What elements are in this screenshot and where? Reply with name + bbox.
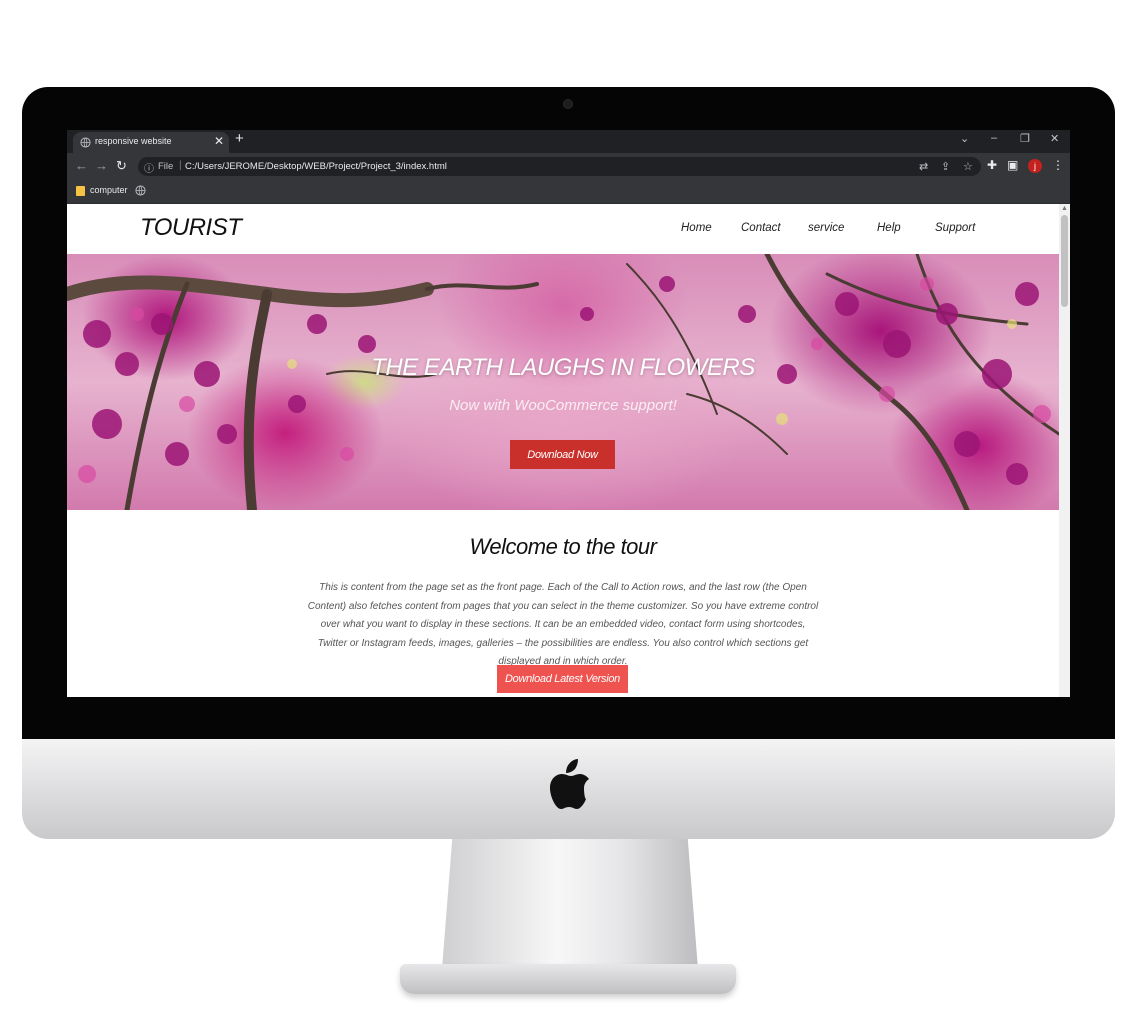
download-now-button[interactable]: Download Now xyxy=(510,440,615,469)
download-latest-button[interactable]: Download Latest Version xyxy=(497,665,628,693)
minimize-button[interactable]: – xyxy=(991,132,997,144)
profile-avatar[interactable]: j xyxy=(1028,159,1042,173)
restore-button[interactable]: ❐ xyxy=(1020,132,1030,145)
hero-subtitle: Now with WooCommerce support! xyxy=(449,397,677,414)
nav-home[interactable]: Home xyxy=(681,222,712,234)
camera-icon xyxy=(564,100,572,108)
url-scheme: File xyxy=(158,161,174,172)
nav-contact[interactable]: Contact xyxy=(741,222,781,234)
reload-button[interactable]: ↻ xyxy=(116,158,127,174)
site-logo[interactable]: TOURIST xyxy=(140,214,242,242)
new-tab-button[interactable]: + xyxy=(235,130,244,147)
menu-icon[interactable]: ⋮ xyxy=(1052,158,1064,172)
scroll-thumb[interactable] xyxy=(1061,215,1068,307)
browser-tab[interactable]: responsive website ✕ xyxy=(73,132,229,153)
bookmarks-bar: computer xyxy=(67,180,1070,204)
nav-help[interactable]: Help xyxy=(877,222,901,234)
tab-title: responsive website xyxy=(95,136,172,146)
site-info-icon[interactable]: ⓘ xyxy=(144,160,154,175)
close-window-button[interactable]: ✕ xyxy=(1050,132,1059,145)
bookmark-globe-icon[interactable] xyxy=(135,185,146,196)
flower-branches-image xyxy=(67,254,1059,510)
nav-service[interactable]: service xyxy=(808,222,844,234)
welcome-text: This is content from the page set as the… xyxy=(307,582,819,667)
browser-toolbar: ← → ↻ ⓘ File | C:/Users/JEROME/Desktop/W… xyxy=(67,153,1070,180)
welcome-title: Welcome to the tour xyxy=(469,534,657,559)
hero-banner: THE EARTH LAUGHS IN FLOWERS Now with Woo… xyxy=(67,254,1059,510)
extensions-icon[interactable]: ✚ xyxy=(987,158,997,172)
globe-icon xyxy=(80,137,91,148)
page-scrollbar[interactable]: ▲ xyxy=(1059,204,1070,697)
hero-title: THE EARTH LAUGHS IN FLOWERS xyxy=(371,354,755,381)
url-text[interactable]: C:/Users/JEROME/Desktop/WEB/Project/Proj… xyxy=(185,161,447,172)
side-panel-icon[interactable]: ▣ xyxy=(1007,158,1018,172)
page-viewport: TOURIST Home Contact service Help Suppor… xyxy=(67,204,1070,697)
tab-search-icon[interactable]: ⌄ xyxy=(960,132,969,145)
folder-icon xyxy=(76,186,85,196)
back-button[interactable]: ← xyxy=(75,158,88,173)
bookmark-star-icon[interactable]: ☆ xyxy=(963,160,973,173)
site-header: TOURIST Home Contact service Help Suppor… xyxy=(67,204,1059,254)
monitor-stand-neck xyxy=(442,839,698,969)
address-bar[interactable]: ⓘ File | C:/Users/JEROME/Desktop/WEB/Pro… xyxy=(138,157,981,176)
scroll-up-icon[interactable]: ▲ xyxy=(1061,205,1068,212)
translate-icon[interactable]: ⇄ xyxy=(919,160,928,173)
monitor-stand-base xyxy=(400,964,736,994)
nav-support[interactable]: Support xyxy=(935,222,975,234)
bookmark-computer[interactable]: computer xyxy=(90,185,128,195)
forward-button[interactable]: → xyxy=(95,158,108,173)
tab-close-icon[interactable]: ✕ xyxy=(214,134,224,148)
browser-window: responsive website ✕ + ⌄ – ❐ ✕ ← → ↻ ⓘ F… xyxy=(67,130,1070,697)
tab-strip: responsive website ✕ + ⌄ – ❐ ✕ xyxy=(67,130,1070,153)
apple-logo-icon xyxy=(550,759,589,809)
url-separator: | xyxy=(179,160,182,171)
share-icon[interactable]: ⇪ xyxy=(941,160,950,173)
